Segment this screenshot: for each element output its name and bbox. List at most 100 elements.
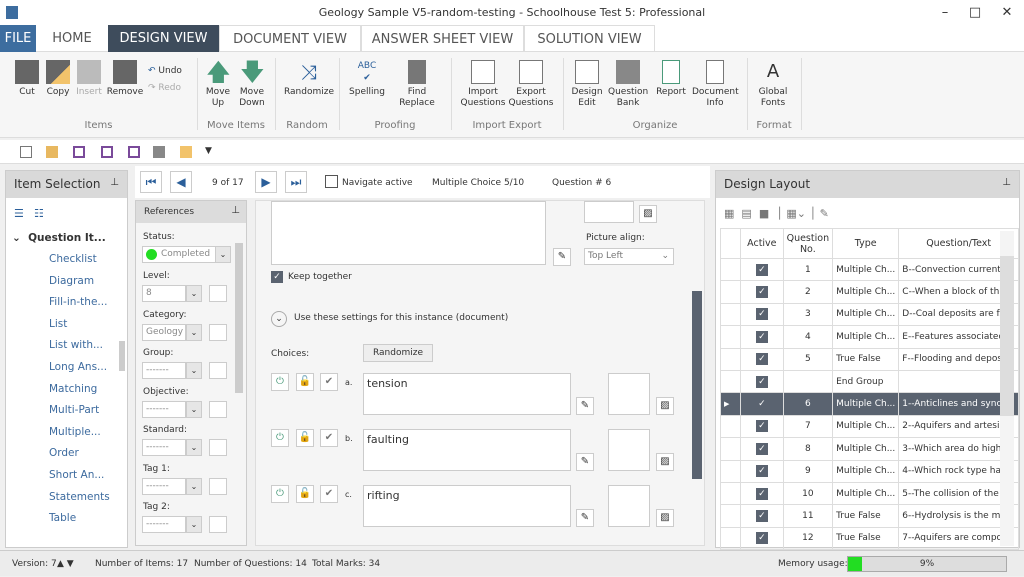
tab-solution-view[interactable]: SOLUTION VIEW — [524, 25, 655, 52]
edit-list-icon[interactable] — [209, 400, 227, 418]
editor-scrollbar[interactable] — [692, 291, 702, 479]
maximize-button[interactable]: □ — [960, 0, 990, 25]
move-down-button[interactable]: 🡇 Move Down — [237, 60, 267, 109]
tree-item[interactable]: Multi-Part — [49, 404, 99, 416]
col-active[interactable]: Active — [740, 228, 784, 259]
table-row[interactable]: ✓ End Group — [719, 369, 1019, 394]
status-dropdown-icon[interactable]: ⌄ — [215, 246, 231, 263]
table-row[interactable]: ✓ 11 True False 6--Hydrolysis is the me... — [719, 504, 1019, 528]
field-select[interactable]: ------- — [142, 516, 186, 533]
grid-compact-icon[interactable]: ▤ — [741, 207, 751, 220]
edit-list-icon[interactable] — [209, 516, 227, 533]
pin-icon[interactable]: ⊥ — [231, 205, 240, 216]
expand-all-icon[interactable]: ☰ — [14, 207, 24, 220]
active-checkbox[interactable]: ✓ — [755, 442, 768, 455]
choice-picture-box[interactable] — [608, 429, 650, 471]
left-scrollbar[interactable] — [119, 341, 125, 371]
pin-icon[interactable]: ⊥ — [1002, 177, 1011, 188]
chevron-down-icon[interactable]: ⌄ — [186, 400, 202, 418]
choice-text[interactable]: rifting — [363, 485, 571, 527]
tree-item[interactable]: Fill-in-the... — [49, 296, 107, 308]
table-scrollbar[interactable] — [1000, 231, 1014, 546]
first-button[interactable]: ⏮ — [140, 171, 162, 193]
edit-text-icon[interactable]: ✎ — [576, 397, 594, 415]
chevron-down-icon[interactable]: ⌄ — [186, 439, 202, 456]
tree-item[interactable]: Long Ans... — [49, 361, 107, 373]
table-row[interactable]: ✓ 12 True False 7--Aquifers are compo... — [719, 526, 1019, 551]
copy-button[interactable]: Copy — [42, 60, 74, 98]
table-row[interactable]: ✓ 10 Multiple Ch... 5--The collision of the… — [719, 481, 1019, 506]
tree-item[interactable]: List with... — [49, 339, 103, 351]
active-checkbox[interactable]: ✓ — [755, 263, 768, 276]
keep-together-checkbox[interactable]: ✓ — [271, 271, 283, 283]
save-icon[interactable] — [73, 146, 85, 158]
table-row[interactable]: ✓ 4 Multiple Ch... E--Features associated..… — [719, 325, 1019, 349]
table-row[interactable]: ✓ 8 Multiple Ch... 3--Which area do high... — [719, 437, 1019, 461]
insert-button[interactable]: Insert — [74, 60, 104, 98]
find-replace-button[interactable]: Find Replace — [390, 60, 444, 109]
tree-item[interactable]: Multiple... — [49, 426, 101, 438]
last-button[interactable]: ⏭ — [285, 171, 307, 193]
minimize-button[interactable]: – — [930, 0, 960, 25]
power-icon[interactable]: ⏻ — [271, 485, 289, 503]
edit-list-icon[interactable] — [209, 477, 227, 495]
field-select[interactable]: ------- — [142, 477, 186, 495]
picture-align-select[interactable]: Top Left ⌄ — [584, 248, 674, 265]
tree-item[interactable]: Diagram — [49, 275, 94, 287]
active-checkbox[interactable]: ✓ — [755, 398, 768, 411]
undo-button[interactable]: ↶ Undo — [148, 66, 188, 77]
choice-text[interactable]: tension — [363, 373, 571, 415]
new-file-icon[interactable] — [20, 146, 32, 158]
collapse-chevron-icon[interactable]: ⌄ — [12, 232, 21, 244]
correct-check-icon[interactable]: ✔ — [320, 373, 338, 391]
customize-dropdown-icon[interactable]: ▼ — [205, 146, 217, 158]
chevron-down-icon[interactable]: ⌄ — [186, 362, 202, 379]
power-icon[interactable]: ⏻ — [271, 373, 289, 391]
tree-item[interactable]: Order — [49, 447, 79, 459]
global-fonts-button[interactable]: A Global Fonts — [755, 60, 791, 109]
active-checkbox[interactable]: ✓ — [755, 532, 768, 545]
picture-icon[interactable]: ▨ — [639, 205, 657, 223]
tab-home[interactable]: HOME — [36, 25, 108, 52]
tree-item[interactable]: Checklist — [49, 253, 97, 265]
move-up-button[interactable]: 🡅 Move Up — [203, 60, 233, 109]
edit-text-icon[interactable]: ✎ — [576, 509, 594, 527]
print-icon[interactable] — [153, 146, 165, 158]
tree-item[interactable]: Statements — [49, 491, 110, 503]
field-select[interactable]: ------- — [142, 362, 186, 379]
question-text-box[interactable] — [271, 201, 546, 265]
tree-item[interactable]: Matching — [49, 383, 97, 395]
remove-button[interactable]: Remove — [106, 60, 144, 98]
active-checkbox[interactable]: ✓ — [755, 330, 768, 343]
table-row[interactable]: ✓ 9 Multiple Ch... 4--Which rock type has..… — [719, 459, 1019, 483]
previous-button[interactable]: ◀ — [170, 171, 192, 193]
choice-picture-box[interactable] — [608, 485, 650, 527]
tree-item[interactable]: Table — [49, 512, 76, 524]
picture-size-field[interactable] — [584, 201, 634, 223]
active-checkbox[interactable]: ✓ — [755, 465, 768, 478]
field-select[interactable]: ------- — [142, 400, 186, 418]
save-copy-icon[interactable] — [128, 146, 140, 158]
table-row[interactable]: ✓ 2 Multiple Ch... C--When a block of th... — [719, 280, 1019, 304]
edit-grid-icon[interactable]: ✎ — [820, 207, 829, 220]
export-questions-button[interactable]: Export Questions — [508, 60, 554, 109]
active-checkbox[interactable]: ✓ — [755, 353, 768, 366]
collapse-all-icon[interactable]: ☷ — [34, 207, 44, 220]
tab-design-view[interactable]: DESIGN VIEW — [108, 25, 219, 52]
tree-item[interactable]: Short An... — [49, 469, 104, 481]
power-icon[interactable]: ⏻ — [271, 429, 289, 447]
version-up-down-icon[interactable]: ▲ ▼ — [57, 551, 74, 577]
lock-icon[interactable]: 🔓 — [296, 429, 314, 447]
table-row[interactable]: ✓ 1 Multiple Ch... B--Convection currents..… — [719, 257, 1019, 282]
grid-fill-icon[interactable]: ■ — [759, 207, 769, 220]
close-button[interactable]: ✕ — [992, 0, 1022, 25]
chevron-down-icon[interactable]: ⌄ — [186, 285, 202, 302]
edit-list-icon[interactable] — [209, 362, 227, 379]
import-questions-button[interactable]: Import Questions — [460, 60, 506, 109]
correct-check-icon[interactable]: ✔ — [320, 485, 338, 503]
active-checkbox[interactable]: ✓ — [755, 308, 768, 321]
chevron-down-icon[interactable]: ⌄ — [186, 516, 202, 533]
picture-icon[interactable]: ▨ — [656, 453, 674, 471]
pin-icon[interactable]: ⊥ — [110, 177, 119, 188]
edit-list-icon[interactable] — [209, 439, 227, 456]
